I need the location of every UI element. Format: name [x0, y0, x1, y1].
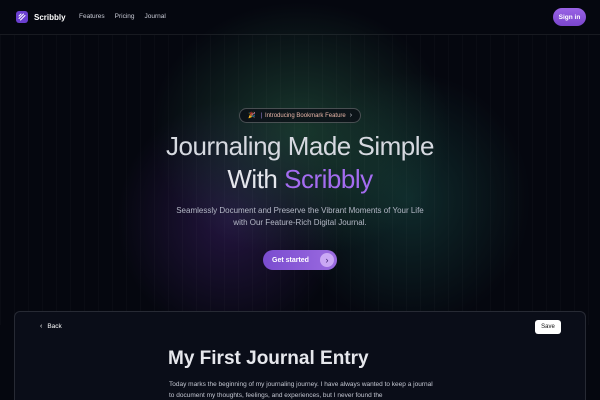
badge-label: Introducing Bookmark Feature	[265, 112, 346, 119]
get-started-button[interactable]: Get started ›	[263, 250, 337, 270]
headline-prefix: With	[227, 164, 278, 194]
save-button[interactable]: Save	[535, 320, 561, 334]
brand[interactable]: Scribbly	[16, 11, 66, 23]
hero-headline: Journaling Made Simple With Scribbly	[0, 130, 600, 196]
chevron-left-icon: ‹	[40, 323, 43, 330]
entry-body[interactable]: Today marks the beginning of my journali…	[169, 379, 439, 400]
badge-separator: |	[260, 112, 263, 119]
journal-editor-card: ‹ Back Save My First Journal Entry Today…	[14, 311, 586, 400]
nav-link-features[interactable]: Features	[79, 13, 105, 20]
brand-name: Scribbly	[34, 12, 66, 22]
nav-link-journal[interactable]: Journal	[145, 13, 166, 20]
headline-brand-word: Scribbly	[284, 164, 373, 194]
hero-subtitle: Seamlessly Document and Preserve the Vib…	[176, 206, 424, 227]
arrow-right-icon: ›	[320, 253, 334, 267]
sign-in-button[interactable]: Sign in	[553, 8, 586, 26]
headline-line-2: With Scribbly	[0, 163, 600, 196]
announcement-badge[interactable]: 🎉 | Introducing Bookmark Feature ›	[239, 108, 361, 123]
back-button[interactable]: ‹ Back	[40, 323, 62, 330]
get-started-label: Get started	[272, 256, 309, 264]
entry-title[interactable]: My First Journal Entry	[168, 348, 369, 370]
top-navbar: Scribbly Features Pricing Journal Sign i…	[0, 0, 600, 35]
party-popper-icon: 🎉	[248, 112, 256, 119]
nav-links: Features Pricing Journal	[79, 13, 166, 20]
nav-link-pricing[interactable]: Pricing	[115, 13, 135, 20]
chevron-right-icon: ›	[349, 112, 353, 119]
logo-icon	[16, 11, 28, 23]
headline-line-1: Journaling Made Simple	[166, 131, 434, 161]
back-label: Back	[47, 323, 62, 330]
